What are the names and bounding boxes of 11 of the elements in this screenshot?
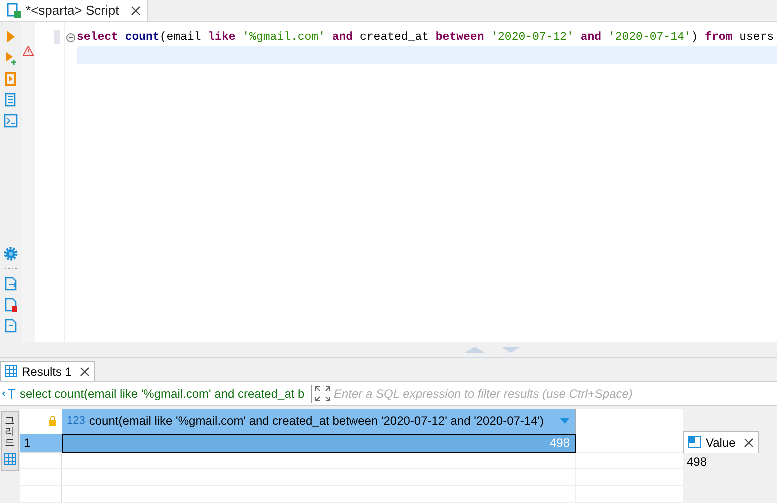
value-tab[interactable]: Value [683, 431, 759, 453]
editor-tab[interactable]: *<sparta> Script [0, 0, 148, 21]
grid-side-tab[interactable]: 그리드 [1, 411, 19, 471]
results-tab[interactable]: Results 1 [0, 361, 96, 381]
row-number[interactable]: 1 [20, 434, 62, 453]
sql-query-text: select count(email like '%gmail.com' and created_at b [20, 384, 312, 402]
type-label: 123 [67, 414, 86, 430]
filter-input-field[interactable]: Enter a SQL expression to filter results (use Ctrl+Space) [334, 384, 775, 402]
value-text: 498 [686, 454, 708, 471]
column-header[interactable]: 123 count(email like '%gmail.com' and created_at between '2020-07-12' and '2020-07-14') [62, 409, 576, 434]
sql-code-line: select count(email like '%gmail.com' and created_at between '2020-07-12' and '2020-07-14') from users [77, 30, 774, 46]
